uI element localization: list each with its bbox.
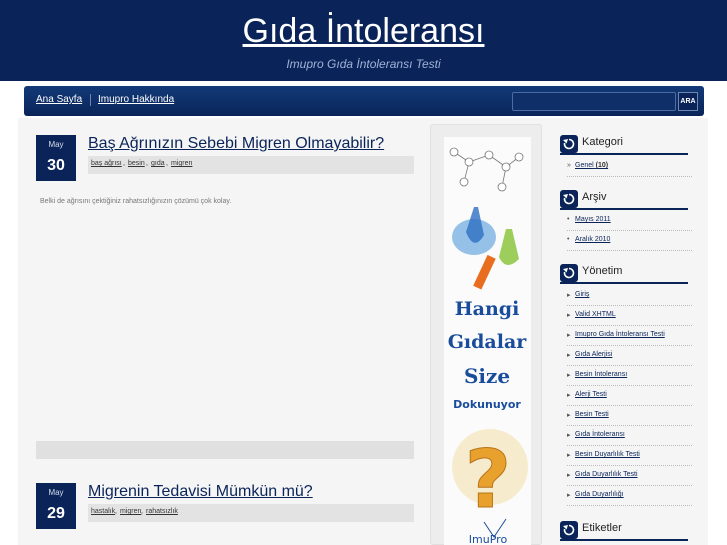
tag-link[interactable]: rahatsızlık: [146, 508, 178, 515]
category-link[interactable]: Genel (10): [575, 162, 608, 169]
meta-link-item[interactable]: ▸ Gıda Duyarlılığı: [567, 486, 692, 506]
nav-separator: [90, 94, 91, 106]
post-footer-bar: [36, 441, 414, 459]
banner-line-4: Dokunuyor: [453, 398, 521, 411]
meta-link-item[interactable]: ▸ Besin İntoleransı: [567, 366, 692, 386]
post-date-month: May: [48, 140, 64, 149]
meta-link-item[interactable]: ▸ Gıda Alerjisi: [567, 346, 692, 366]
tag-link[interactable]: gıda: [151, 160, 165, 167]
widget-yonetim-header: Yönetim: [560, 262, 688, 284]
post-date-day: 29: [47, 505, 65, 522]
archive-item[interactable]: • Aralık 2010: [567, 231, 692, 251]
meta-link-item[interactable]: ▸ Besin Duyarlılık Testi: [567, 446, 692, 466]
banner-line-1: Hangi: [455, 298, 520, 320]
post-tags: baş ağrısı , besin , gıda , migren: [88, 156, 414, 174]
tag-link[interactable]: hastalık: [91, 508, 115, 515]
widget-title: Arşiv: [582, 191, 607, 203]
refresh-icon: [560, 521, 578, 539]
tag-link[interactable]: migren: [120, 508, 141, 515]
post-excerpt: Belki de ağrısını çektiğiniz rahatsızlığ…: [40, 198, 232, 205]
post-title-link[interactable]: Migrenin Tedavisi Mümkün mü?: [88, 483, 313, 501]
widget-title: Etiketler: [582, 522, 622, 534]
post-item: May 30 Baş Ağrınızın Sebebi Migren Olmay…: [36, 135, 414, 205]
meta-link-item[interactable]: ▸ Imupro Gıda İntoleransı Testi: [567, 326, 692, 346]
nav-item-home[interactable]: Ana Sayfa: [36, 94, 82, 105]
imupro-banner-ad[interactable]: Hangi Gıdalar Size Dokunuyor ? ImuPro: [444, 137, 531, 545]
post-date: May 29: [36, 483, 76, 529]
widget-etiketler-header: Etiketler: [560, 519, 688, 541]
post-tags: hastalık , migren , rahatsızlık: [88, 504, 414, 522]
meta-link-item[interactable]: ▸ Giriş: [567, 286, 692, 306]
search-input[interactable]: [512, 92, 676, 111]
refresh-icon: [560, 264, 578, 282]
refresh-icon: [560, 190, 578, 208]
meta-link-item[interactable]: ▸ Besin Testi: [567, 406, 692, 426]
post-item: May 29 Migrenin Tedavisi Mümkün mü? hast…: [36, 483, 414, 533]
imupro-logo-text: ImuPro: [469, 533, 508, 545]
banner-graphic: Hangi Gıdalar Size Dokunuyor ? ImuPro: [448, 147, 528, 545]
nav-bar: Ana Sayfa Imupro Hakkında ARA: [24, 86, 704, 116]
refresh-icon: [560, 135, 578, 153]
tag-link[interactable]: baş ağrısı: [91, 160, 122, 167]
post-title-link[interactable]: Baş Ağrınızın Sebebi Migren Olmayabilir?: [88, 135, 384, 153]
tag-link[interactable]: besin: [128, 160, 145, 167]
post-date: May 30: [36, 135, 76, 181]
banner-line-3: Size: [464, 364, 510, 388]
widget-arsiv-header: Arşiv: [560, 188, 688, 210]
category-item[interactable]: » Genel (10): [567, 157, 692, 177]
post-date-day: 30: [47, 157, 65, 174]
widget-title: Yönetim: [582, 265, 623, 277]
meta-link-item[interactable]: ▸ Gıda Duyarlılık Testi: [567, 466, 692, 486]
site-title[interactable]: Gıda İntoleransı: [0, 12, 727, 51]
meta-link-item[interactable]: ▸ Alerji Testi: [567, 386, 692, 406]
site-description: Imupro Gıda İntoleransı Testi: [286, 57, 441, 71]
site-header: Gıda İntoleransı Imupro Gıda İntoleransı…: [0, 0, 727, 81]
widget-kategori-header: Kategori: [560, 133, 688, 155]
question-mark: ?: [465, 433, 511, 526]
archive-item[interactable]: • Mayıs 2011: [567, 211, 692, 231]
post-date-month: May: [48, 488, 64, 497]
widget-title: Kategori: [582, 136, 623, 148]
tag-link[interactable]: migren: [171, 160, 192, 167]
meta-link-item[interactable]: ▸ Gıda İntoleransı: [567, 426, 692, 446]
meta-link-item[interactable]: ▸ Valid XHTML: [567, 306, 692, 326]
nav-item-about[interactable]: Imupro Hakkında: [98, 94, 174, 105]
banner-line-2: Gıdalar: [448, 331, 528, 353]
search-button[interactable]: ARA: [678, 92, 698, 111]
